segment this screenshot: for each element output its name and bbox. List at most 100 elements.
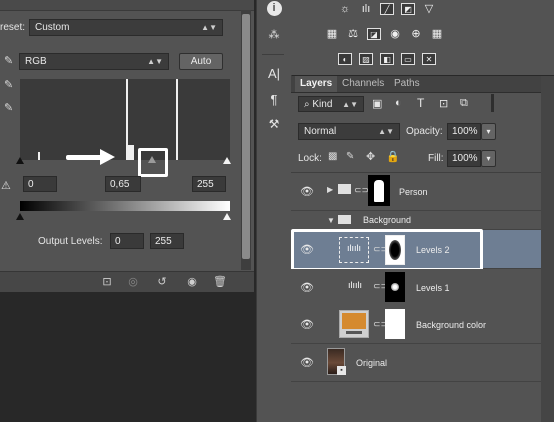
opacity-field[interactable]: 100% — [447, 123, 481, 140]
character-icon[interactable]: A| — [257, 66, 291, 81]
histogram-spike — [38, 152, 40, 160]
panel-icon-strip — [256, 0, 292, 422]
input-white-field[interactable]: 255 — [192, 176, 226, 192]
preset-value: Custom — [35, 22, 70, 33]
folder-icon — [338, 215, 351, 224]
layer-name: Background — [363, 215, 412, 225]
auto-button[interactable]: Auto — [179, 53, 223, 70]
collapse-arrow-icon[interactable]: ▼ — [327, 216, 335, 225]
annotation-highlight-levels-2 — [291, 229, 483, 271]
input-white-slider[interactable] — [223, 157, 231, 164]
fill-label: Fill: — [428, 153, 444, 164]
output-levels-label: Output Levels: — [38, 236, 103, 247]
link-icon[interactable]: ⊂⊃ — [354, 185, 369, 196]
layer-row-levels-1[interactable]: 👁 ılıılı ⊂⊃ Levels 1 — [291, 269, 541, 307]
lock-transparent-icon[interactable]: ▩ — [328, 151, 337, 162]
input-black-field[interactable]: 0 — [23, 176, 57, 192]
info-icon[interactable]: i — [266, 1, 282, 16]
invert-icon[interactable]: ◐ — [338, 53, 352, 65]
visibility-eye-icon[interactable]: 👁 — [300, 318, 314, 331]
paragraph-icon[interactable]: ¶ — [257, 92, 291, 107]
lock-all-icon[interactable]: 🔒 — [386, 150, 400, 163]
posterize-icon[interactable]: ▨ — [359, 53, 373, 65]
properties-scrollbar-thumb[interactable] — [242, 14, 250, 259]
filter-toggle[interactable] — [491, 94, 494, 112]
gradient-map-icon[interactable]: ▭ — [401, 53, 415, 65]
threshold-icon[interactable]: ◧ — [380, 53, 394, 65]
levels-1-mask-thumbnail[interactable] — [385, 272, 405, 302]
eyedropper-icon[interactable]: ✎ — [4, 54, 13, 67]
person-mask-thumbnail[interactable] — [368, 175, 390, 206]
tab-paths[interactable]: Paths — [389, 76, 425, 92]
filter-smart-object-icon[interactable]: ⧉ — [460, 97, 468, 110]
input-black-slider[interactable] — [16, 157, 24, 164]
visibility-eye-icon[interactable]: 👁 — [300, 185, 314, 198]
eyedropper-gray-icon[interactable]: ✎ — [4, 78, 13, 91]
preset-select[interactable]: Custom ▲▼ — [29, 19, 223, 36]
vibrance-icon[interactable]: ▽ — [422, 3, 436, 15]
blend-mode-value: Normal — [304, 126, 337, 137]
output-white-slider[interactable] — [223, 213, 231, 220]
fill-field[interactable]: 100% — [447, 150, 481, 167]
layer-row-background-color[interactable]: 👁 ⊂⊃ Background color — [291, 306, 541, 344]
background-color-thumbnail[interactable] — [339, 310, 369, 338]
expand-arrow-icon[interactable]: ▶ — [327, 185, 333, 194]
opacity-label: Opacity: — [406, 126, 443, 137]
output-black-field[interactable]: 0 — [110, 233, 144, 249]
filter-kind-select[interactable]: ⌕ Kind ▲▼ — [298, 96, 364, 112]
histogram — [20, 79, 230, 160]
clip-to-layer-icon[interactable]: ⊡ — [98, 272, 116, 293]
visibility-eye-icon[interactable]: 👁 — [300, 356, 314, 369]
tab-layers[interactable]: Layers — [295, 76, 338, 92]
color-swatch — [342, 313, 366, 329]
delete-trash-icon[interactable]: 🗑 — [211, 272, 229, 293]
layer-row-person[interactable]: 👁 ▶ ⊂⊃ Person — [291, 173, 541, 211]
visibility-eye-icon[interactable]: ◉ — [183, 272, 201, 293]
hue-saturation-icon[interactable]: ▦ — [325, 28, 339, 40]
history-icon[interactable]: ⁂ — [257, 28, 291, 41]
eyedropper-white-icon[interactable]: ✎ — [4, 101, 13, 114]
curves-icon[interactable]: ╱ — [380, 3, 394, 15]
filter-shape-icon[interactable]: ⊡ — [439, 97, 448, 110]
mask-glow — [391, 283, 399, 291]
selective-color-icon[interactable]: ✕ — [422, 53, 436, 65]
tool-presets-icon[interactable]: ⚒ — [257, 117, 291, 131]
layer-name: Person — [399, 187, 428, 197]
visibility-eye-icon[interactable]: 👁 — [300, 281, 314, 294]
annotation-arrow-head-icon — [100, 149, 115, 165]
output-white-field[interactable]: 255 — [150, 233, 184, 249]
black-white-icon[interactable]: ◪ — [367, 28, 381, 40]
blend-mode-select[interactable]: Normal ▲▼ — [298, 123, 400, 140]
filter-kind-value: Kind — [312, 99, 333, 110]
tool-divider — [262, 54, 284, 55]
channel-mixer-icon[interactable]: ⊕ — [409, 28, 423, 40]
tab-channels[interactable]: Channels — [337, 76, 389, 92]
fill-dropdown-icon[interactable]: ▾ — [481, 150, 496, 167]
input-midtone-field[interactable]: 0,65 — [105, 176, 141, 192]
channel-select[interactable]: RGB ▲▼ — [19, 53, 169, 70]
exposure-icon[interactable]: ◩ — [401, 3, 415, 15]
color-lookup-icon[interactable]: ▦ — [430, 28, 444, 40]
color-balance-icon[interactable]: ⚖ — [346, 28, 360, 40]
histogram-spike — [176, 79, 178, 160]
layer-row-original[interactable]: 👁 ▪ Original — [291, 344, 541, 382]
layer-row-background-group[interactable]: ▼ Background — [291, 211, 541, 230]
lock-position-icon[interactable]: ✥ — [366, 150, 375, 163]
annotation-highlight-midtone — [138, 148, 168, 177]
lock-image-icon[interactable]: ✎ — [346, 151, 354, 162]
output-black-slider[interactable] — [16, 213, 24, 220]
filter-adjustment-icon[interactable]: ◐ — [395, 97, 402, 109]
brightness-icon[interactable]: ☼ — [338, 3, 352, 15]
view-previous-state-icon[interactable]: ◎ — [124, 272, 142, 293]
layers-scrollbar[interactable] — [541, 76, 554, 422]
filter-pixel-icon[interactable]: ▣ — [372, 97, 382, 110]
photo-filter-icon[interactable]: ◉ — [388, 28, 402, 40]
channel-value: RGB — [25, 56, 47, 67]
layer-name: Background color — [416, 320, 487, 330]
filter-type-icon[interactable]: T — [417, 96, 424, 110]
opacity-dropdown-icon[interactable]: ▾ — [481, 123, 496, 140]
background-color-mask-thumbnail[interactable] — [385, 309, 405, 339]
levels-icon[interactable]: ılı — [359, 3, 373, 15]
reset-icon[interactable]: ↺ — [153, 272, 171, 293]
levels-adjustment-icon[interactable]: ılıılı — [343, 280, 367, 294]
